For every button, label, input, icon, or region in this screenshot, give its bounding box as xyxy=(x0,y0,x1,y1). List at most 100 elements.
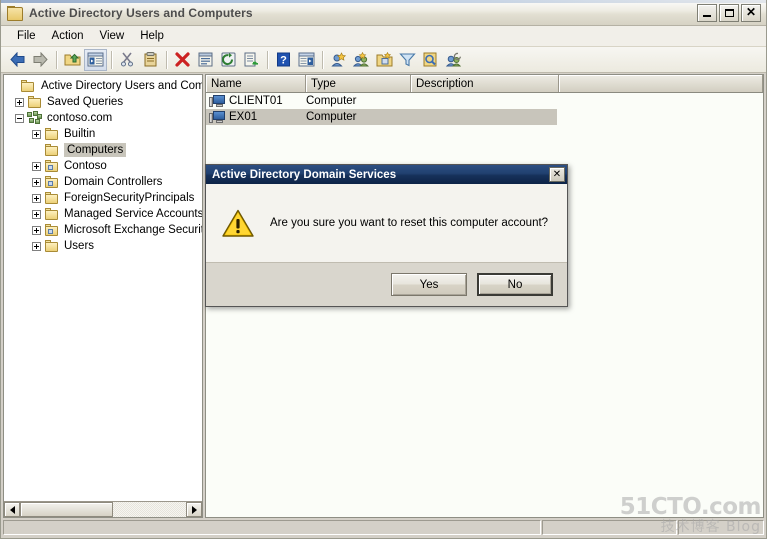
folder-icon xyxy=(44,127,60,141)
manage-users-icon[interactable] xyxy=(442,49,465,71)
tree-item-contoso[interactable]: Contoso xyxy=(4,158,202,174)
find-objects-icon[interactable] xyxy=(419,49,442,71)
new-organizational-unit-icon[interactable] xyxy=(373,49,396,71)
toolbar-separator xyxy=(267,50,268,69)
status-bar xyxy=(1,518,766,538)
menu-item-file[interactable]: File xyxy=(9,28,44,44)
tree-expander-icon[interactable] xyxy=(32,193,41,203)
tree-item-computers[interactable]: Computers xyxy=(4,142,202,158)
folder-icon xyxy=(27,95,43,109)
title-bar: Active Directory Users and Computers ✕ xyxy=(1,0,766,26)
scroll-left-arrow-icon[interactable] xyxy=(4,502,20,517)
computer-icon xyxy=(209,110,226,124)
show-hide-action-pane-icon[interactable] xyxy=(295,49,318,71)
tree-expander-icon xyxy=(32,146,41,155)
ou-folder-icon xyxy=(44,223,60,237)
tree-item-label: Managed Service Accounts xyxy=(64,208,202,220)
tree-expander-icon[interactable] xyxy=(32,225,41,235)
show-hide-console-tree-icon[interactable] xyxy=(84,48,107,71)
up-one-level-folder-icon[interactable] xyxy=(61,49,84,71)
list-cell-name: EX01 xyxy=(206,110,306,124)
forward-arrow-icon[interactable] xyxy=(29,49,52,71)
tree-expander-icon[interactable] xyxy=(32,177,41,187)
tree-expander-icon[interactable] xyxy=(15,97,24,107)
tree-item-builtin[interactable]: Builtin xyxy=(4,126,202,142)
tree-item-domain-controllers[interactable]: Domain Controllers xyxy=(4,174,202,190)
list-rows: CLIENT01 Computer EX01 Computer xyxy=(206,93,763,125)
list-cell-type: Computer xyxy=(306,111,357,123)
table-row[interactable]: EX01 Computer xyxy=(206,109,557,125)
properties-icon[interactable] xyxy=(194,49,217,71)
export-list-icon[interactable] xyxy=(240,49,263,71)
tree-horizontal-scrollbar[interactable] xyxy=(4,501,202,517)
menu-item-help[interactable]: Help xyxy=(132,28,172,44)
column-header-description[interactable]: Description xyxy=(411,75,559,92)
dialog-title: Active Directory Domain Services xyxy=(212,168,397,181)
tree-expander-icon[interactable] xyxy=(32,241,41,251)
tree-item-contoso-com[interactable]: contoso.com xyxy=(4,110,202,126)
scroll-right-arrow-icon[interactable] xyxy=(186,502,202,517)
tree-expander-icon[interactable] xyxy=(32,209,41,219)
yes-button[interactable]: Yes xyxy=(391,273,467,296)
tree-item-label: Active Directory Users and Comput xyxy=(41,80,202,92)
tree-item-managed-service-accounts[interactable]: Managed Service Accounts xyxy=(4,206,202,222)
list-column-headers: Name Type Description xyxy=(206,75,763,93)
tree-item-label: Microsoft Exchange Securit xyxy=(64,224,202,236)
dialog-message: Are you sure you want to reset this comp… xyxy=(270,217,549,229)
back-arrow-icon[interactable] xyxy=(6,49,29,71)
tree-item-users[interactable]: Users xyxy=(4,238,202,254)
tree-expander-icon[interactable] xyxy=(32,129,41,139)
scroll-track[interactable] xyxy=(20,502,186,517)
dialog-close-button[interactable]: ✕ xyxy=(549,167,565,182)
tree-expander-icon[interactable] xyxy=(15,113,24,123)
console-tree[interactable]: Active Directory Users and Comput Saved … xyxy=(4,75,202,501)
tree-item-saved-queries[interactable]: Saved Queries xyxy=(4,94,202,110)
status-bar-segment-3 xyxy=(678,520,764,535)
menu-item-action[interactable]: Action xyxy=(44,28,92,44)
tree-item-label: Domain Controllers xyxy=(64,176,163,188)
status-bar-main xyxy=(3,520,541,535)
toolbar-separator xyxy=(322,50,323,69)
root-folder-icon xyxy=(20,79,36,93)
no-button[interactable]: No xyxy=(477,273,553,296)
domain-icon xyxy=(27,111,43,125)
column-header-empty[interactable] xyxy=(559,75,763,92)
cut-scissors-icon[interactable] xyxy=(116,49,139,71)
tree-item-label: Users xyxy=(64,240,95,252)
status-bar-segment-2 xyxy=(542,520,677,535)
tree-item-label: Saved Queries xyxy=(47,96,124,108)
ou-folder-icon xyxy=(44,175,60,189)
window-title: Active Directory Users and Computers xyxy=(29,5,253,20)
tree-item-label: contoso.com xyxy=(47,112,113,124)
new-user-icon[interactable] xyxy=(327,49,350,71)
tree-item-microsoft-exchange-security[interactable]: Microsoft Exchange Securit xyxy=(4,222,202,238)
scroll-thumb[interactable] xyxy=(20,502,113,517)
toolbar: ? xyxy=(1,47,766,73)
help-question-icon[interactable]: ? xyxy=(272,49,295,71)
table-row[interactable]: CLIENT01 Computer xyxy=(206,93,763,109)
column-header-name[interactable]: Name xyxy=(206,75,306,92)
close-button[interactable]: ✕ xyxy=(741,3,761,22)
console-tree-pane: Active Directory Users and Comput Saved … xyxy=(3,74,203,518)
filter-funnel-icon[interactable] xyxy=(396,49,419,71)
delete-x-icon[interactable] xyxy=(171,49,194,71)
tree-expander-icon xyxy=(8,82,17,91)
folder-icon xyxy=(44,191,60,205)
computer-icon xyxy=(209,94,226,108)
tree-expander-icon[interactable] xyxy=(32,161,41,171)
ou-folder-icon xyxy=(44,159,60,173)
list-cell-type: Computer xyxy=(306,95,357,107)
tree-item-foreignsecurityprincipals[interactable]: ForeignSecurityPrincipals xyxy=(4,190,202,206)
maximize-button[interactable] xyxy=(719,3,739,22)
refresh-icon[interactable] xyxy=(217,49,240,71)
menu-item-view[interactable]: View xyxy=(92,28,133,44)
tree-item-active-directory-users-and-computers[interactable]: Active Directory Users and Comput xyxy=(4,78,202,94)
svg-text:?: ? xyxy=(280,55,287,67)
dialog-button-bar: Yes No xyxy=(206,262,567,306)
new-group-icon[interactable] xyxy=(350,49,373,71)
list-cell-name: CLIENT01 xyxy=(206,94,306,108)
minimize-button[interactable] xyxy=(697,3,717,22)
folder-icon xyxy=(44,143,60,157)
paste-clipboard-icon[interactable] xyxy=(139,49,162,71)
column-header-type[interactable]: Type xyxy=(306,75,411,92)
